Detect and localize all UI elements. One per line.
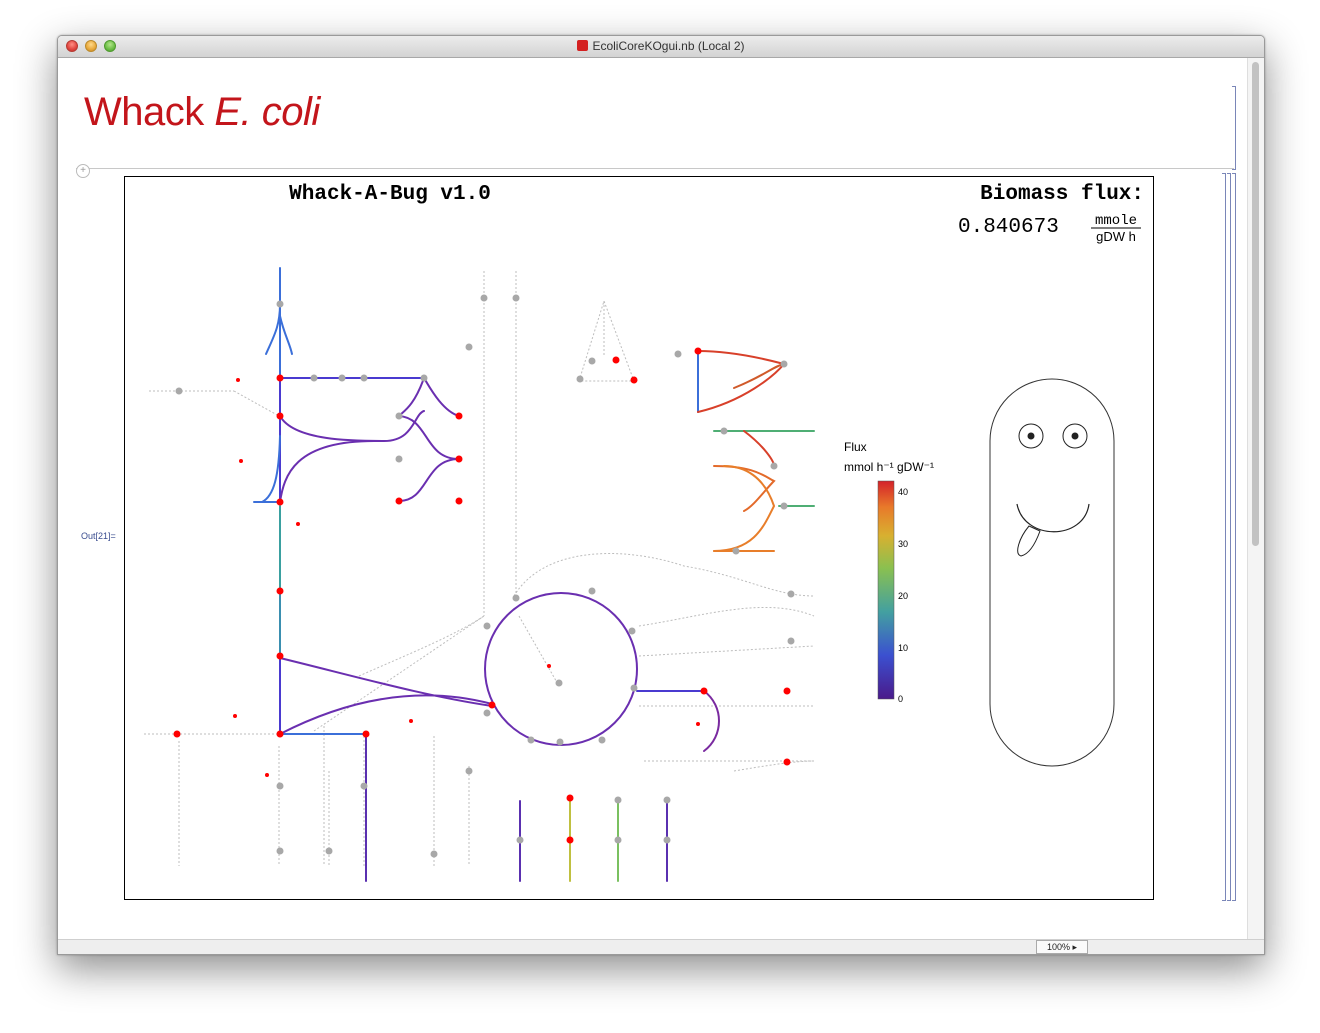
legend-tick-40: 40 bbox=[898, 487, 908, 497]
title-plain: Whack bbox=[84, 90, 215, 134]
window-title-text: EcoliCoreKOgui.nb (Local 2) bbox=[592, 39, 745, 53]
legend-title: Flux bbox=[844, 440, 867, 454]
title-bar[interactable]: EcoliCoreKOgui.nb (Local 2) bbox=[58, 36, 1264, 58]
legend-tick-0: 0 bbox=[898, 694, 903, 704]
zoom-menu[interactable]: 100% ▸ bbox=[1036, 940, 1088, 954]
whack-a-bug-graphic[interactable]: Whack-A-Bug v1.0 Biomass flux: 0.840673 … bbox=[124, 176, 1154, 900]
cell-bracket-title[interactable] bbox=[1232, 86, 1236, 170]
cell-bracket-group[interactable] bbox=[1232, 173, 1236, 901]
units-denominator: gDW h bbox=[1096, 229, 1136, 244]
notebook-content[interactable]: Whack E. coli + Out[21]= Whack-A-Bug v1.… bbox=[58, 58, 1248, 940]
graphic-heading: Whack-A-Bug v1.0 bbox=[289, 183, 491, 206]
vertical-scrollbar[interactable] bbox=[1247, 58, 1264, 940]
output-label: Out[21]= bbox=[81, 531, 116, 541]
bug-right-pupil bbox=[1071, 432, 1079, 440]
legend-units: mmol h⁻¹ gDW⁻¹ bbox=[844, 460, 934, 474]
units-numerator: mmole bbox=[1095, 213, 1137, 229]
notebook-window: EcoliCoreKOgui.nb (Local 2) Whack E. col… bbox=[57, 35, 1265, 955]
bug-cartoon[interactable] bbox=[989, 378, 1115, 767]
notebook-title[interactable]: Whack E. coli bbox=[84, 90, 320, 135]
legend-tick-10: 10 bbox=[898, 643, 908, 653]
legend-tick-20: 20 bbox=[898, 591, 908, 601]
notebook-icon bbox=[577, 40, 589, 51]
biomass-label: Biomass flux: bbox=[980, 183, 1144, 206]
status-bar: 100% ▸ bbox=[58, 939, 1264, 954]
zoom-value: 100% bbox=[1046, 942, 1070, 952]
cell-bracket-output[interactable] bbox=[1222, 173, 1226, 901]
biomass-value: 0.840673 bbox=[958, 216, 1059, 239]
legend-color-bar bbox=[877, 480, 895, 700]
cell-insertion-line[interactable] bbox=[76, 168, 1234, 169]
cell-bracket-output-group[interactable] bbox=[1227, 173, 1231, 901]
bug-body[interactable] bbox=[989, 378, 1115, 767]
window-title: EcoliCoreKOgui.nb (Local 2) bbox=[58, 39, 1264, 53]
legend-tick-30: 30 bbox=[898, 539, 908, 549]
bug-left-pupil bbox=[1027, 432, 1035, 440]
title-italic: E. coli bbox=[214, 90, 320, 134]
cell-insert-plus-icon[interactable]: + bbox=[76, 164, 90, 178]
scrollbar-thumb[interactable] bbox=[1252, 62, 1259, 546]
